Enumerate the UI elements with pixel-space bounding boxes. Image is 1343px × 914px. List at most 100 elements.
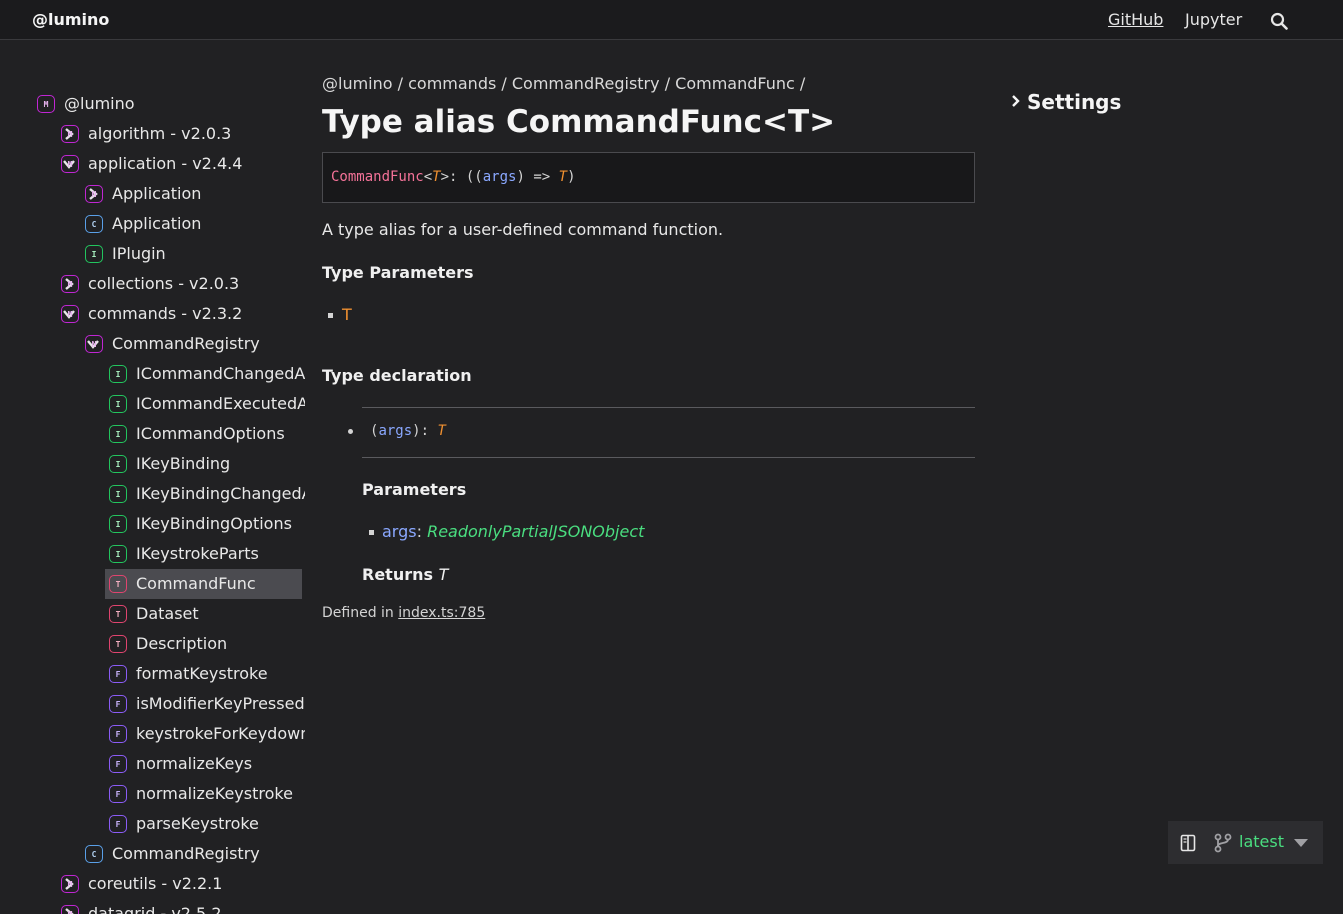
sidebar-item[interactable]: M @lumino (0, 89, 302, 119)
kind-i-icon: I (109, 365, 127, 383)
sidebar-item[interactable]: I IKeyBindingChangedArgs (0, 479, 305, 509)
parameter-separator: : (416, 522, 428, 541)
declaration-signature: (args): T (370, 423, 446, 439)
kind-m-icon: M (61, 155, 79, 173)
sidebar-item[interactable]: T CommandFunc (105, 569, 302, 599)
sidebar-item-label: Description (136, 634, 228, 653)
kind-i-icon: I (109, 425, 127, 443)
sidebar-item-label: ICommandExecutedArgs (136, 394, 305, 413)
sidebar-item[interactable]: Mcommands - v2.3.2 (0, 299, 302, 329)
sidebar-item-label: application - v2.4.4 (88, 154, 243, 173)
sidebar-item[interactable]: FkeystrokeForKeydownEvent (0, 719, 305, 749)
page-title: Type alias CommandFunc<T> (322, 104, 836, 140)
sidebar-item[interactable]: N Application (0, 179, 302, 209)
kind-f-icon: F (109, 665, 127, 683)
kind-m-icon: M (61, 275, 79, 293)
sidebar-item[interactable]: FnormalizeKeys (0, 749, 302, 779)
sidebar-item-label: keystrokeForKeydownEvent (136, 724, 305, 743)
sidebar-item-label: ICommandChangedArgs (136, 364, 305, 383)
kind-i-icon: I (109, 395, 127, 413)
sidebar-item[interactable]: FparseKeystroke (0, 809, 302, 839)
kind-f-icon: F (109, 695, 127, 713)
kind-n-icon: N (85, 185, 103, 203)
defined-in: Defined in index.ts:785 (322, 605, 485, 621)
kind-f-icon: F (109, 725, 127, 743)
kind-t-icon: T (109, 575, 127, 593)
breadcrumb[interactable]: @lumino / commands / CommandRegistry / C… (322, 74, 805, 93)
kind-t-icon: T (109, 635, 127, 653)
sidebar-item[interactable]: I ICommandOptions (0, 419, 302, 449)
list-bullet (348, 429, 353, 434)
sidebar-item[interactable]: T Dataset (0, 599, 302, 629)
sidebar-item[interactable]: I IKeyBinding (0, 449, 302, 479)
parameter-type-link[interactable]: ReadonlyPartialJSONObject (427, 522, 644, 541)
kind-n-icon: N (85, 335, 103, 353)
signature-punctuation: ) => (516, 169, 559, 185)
sidebar-item-label: IKeyBindingOptions (136, 514, 292, 533)
sidebar-item-label: @lumino (64, 94, 135, 113)
sidebar-item-label: parseKeystroke (136, 814, 259, 833)
sidebar-item[interactable]: Malgorithm - v2.0.3 (0, 119, 302, 149)
list-bullet (328, 313, 333, 318)
signature-return-type[interactable]: T (559, 169, 567, 185)
sidebar-item[interactable]: Mcoreutils - v2.2.1 (0, 869, 302, 899)
sidebar-item-label: coreutils - v2.2.1 (88, 874, 223, 893)
sidebar-item[interactable]: Mcollections - v2.0.3 (0, 269, 302, 299)
sidebar-item[interactable]: I IKeyBindingOptions (0, 509, 302, 539)
chevron-right-icon (1012, 95, 1020, 107)
kind-i-icon: I (109, 515, 127, 533)
kind-f-icon: F (109, 785, 127, 803)
kind-f-icon: F (109, 755, 127, 773)
type-declaration-heading: Type declaration (322, 366, 472, 385)
sidebar-item[interactable]: I ICommandExecutedArgs (0, 389, 305, 419)
sidebar-item[interactable]: I IPlugin (0, 239, 302, 269)
sidebar-item-label: normalizeKeys (136, 754, 253, 773)
kind-t-icon: T (109, 605, 127, 623)
sidebar-item[interactable]: FformatKeystroke (0, 659, 302, 689)
returns-type[interactable]: T (439, 565, 449, 584)
sidebar-item[interactable]: C Application (0, 209, 302, 239)
source-link[interactable]: index.ts:785 (398, 605, 485, 621)
declaration-return-type[interactable]: T (437, 423, 445, 439)
sidebar-item-label: Application (112, 214, 202, 233)
sidebar-item[interactable]: FnormalizeKeystroke (0, 779, 302, 809)
signature-box: CommandFunc<T>: ((args) => T) (322, 152, 975, 203)
settings-label: Settings (1027, 90, 1122, 114)
sidebar-item[interactable]: I IKeystrokeParts (0, 539, 302, 569)
kind-m-icon: M (37, 95, 55, 113)
declaration-punctuation: ): (412, 423, 438, 439)
kind-i-icon: I (85, 245, 103, 263)
sidebar-item[interactable]: Mapplication - v2.4.4 (0, 149, 302, 179)
sidebar-item-label: ICommandOptions (136, 424, 285, 443)
parameter-name: args (382, 522, 417, 541)
sidebar-item[interactable]: I ICommandChangedArgs (0, 359, 305, 389)
type-parameters-heading: Type Parameters (322, 263, 474, 282)
kind-i-icon: I (109, 485, 127, 503)
kind-f-icon: F (109, 815, 127, 833)
list-bullet (369, 530, 374, 535)
kind-m-icon: M (61, 905, 79, 914)
sidebar-item-label: algorithm - v2.0.3 (88, 124, 232, 143)
branch-icon (1214, 833, 1232, 853)
github-link[interactable]: GitHub (1108, 10, 1163, 29)
sidebar-item[interactable]: C CommandRegistry (0, 839, 302, 869)
sidebar-item[interactable]: T Description (0, 629, 302, 659)
signature-punctuation: >: (( (440, 169, 483, 185)
kind-m-icon: M (61, 305, 79, 323)
sidebar-item[interactable]: FisModifierKeyPressed (0, 689, 305, 719)
sidebar-item-label: normalizeKeystroke (136, 784, 293, 803)
signature-type-param[interactable]: T (432, 169, 440, 185)
kind-m-icon: M (61, 875, 79, 893)
sidebar-item[interactable]: Mdatagrid - v2.5.2 (0, 899, 302, 914)
signature-name: CommandFunc (331, 169, 424, 185)
type-parameter-name[interactable]: T (342, 305, 352, 324)
kind-i-icon: I (109, 455, 127, 473)
jupyter-link[interactable]: Jupyter (1185, 10, 1242, 29)
divider (362, 457, 975, 458)
kind-c-icon: C (85, 215, 103, 233)
sidebar-item[interactable]: N CommandRegistry (0, 329, 302, 359)
parameters-heading: Parameters (362, 480, 467, 499)
version-switcher[interactable]: latest (1168, 821, 1323, 864)
search-icon[interactable] (1270, 12, 1288, 30)
brand-link[interactable]: @lumino (32, 10, 109, 29)
